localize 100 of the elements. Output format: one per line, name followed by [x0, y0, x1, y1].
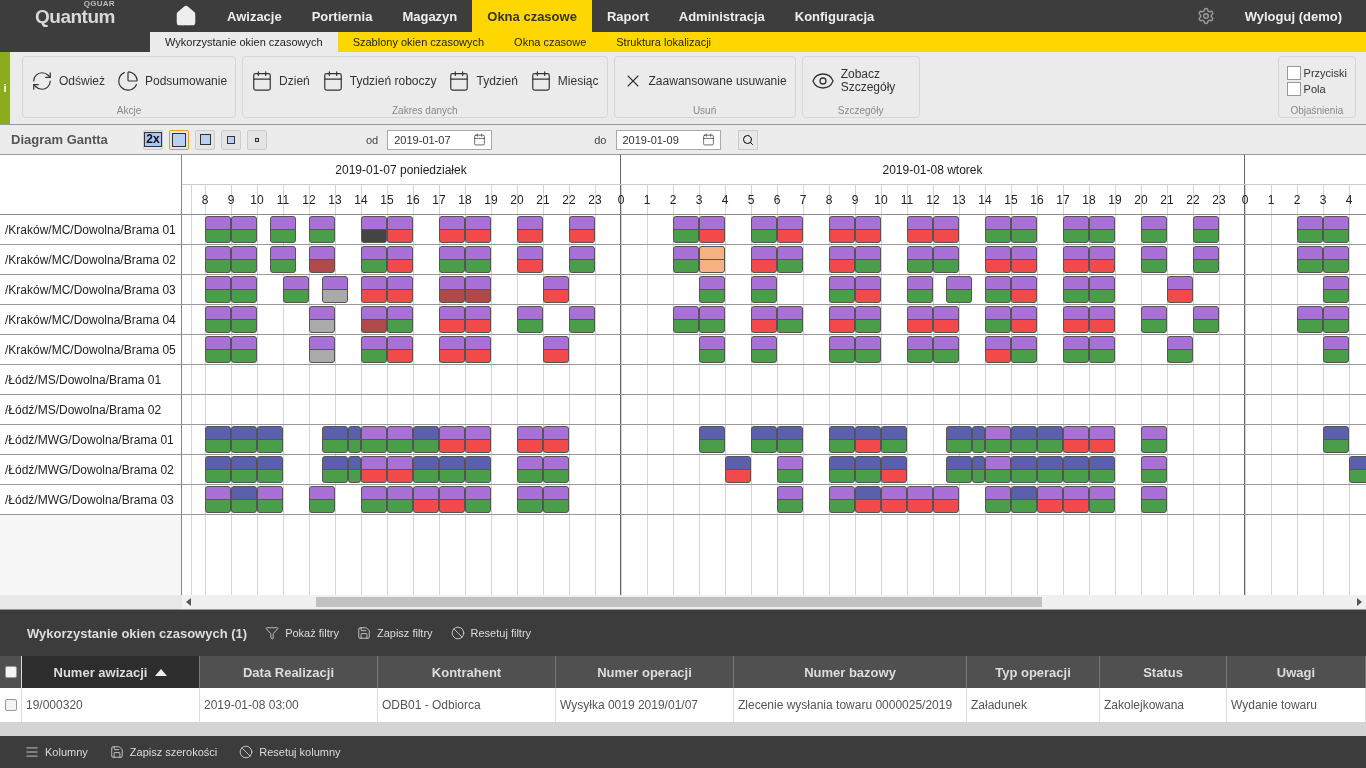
time-slot-block[interactable] — [829, 306, 855, 333]
time-slot-block[interactable] — [1011, 276, 1037, 303]
time-slot-block[interactable] — [829, 216, 855, 243]
time-slot-block[interactable] — [933, 306, 959, 333]
time-slot-block[interactable] — [699, 216, 725, 243]
time-slot-block[interactable] — [1167, 336, 1193, 363]
toolbar-button[interactable]: Odśwież — [27, 66, 109, 96]
time-slot-block[interactable] — [322, 456, 348, 483]
time-slot-block[interactable] — [387, 486, 413, 513]
time-slot-block[interactable] — [699, 336, 725, 363]
time-slot-block[interactable] — [907, 486, 933, 513]
time-slot-block[interactable] — [361, 306, 387, 333]
time-slot-block[interactable] — [933, 246, 959, 273]
nav-tab[interactable]: Administracja — [663, 0, 780, 32]
toolbar-button[interactable]: Tydzień roboczy — [317, 66, 441, 96]
time-slot-block[interactable] — [1063, 426, 1089, 453]
results-action[interactable]: Pokaż filtry — [265, 626, 339, 640]
checkbox[interactable] — [1286, 66, 1301, 80]
time-slot-block[interactable] — [309, 336, 335, 363]
time-slot-block[interactable] — [1167, 276, 1193, 303]
time-slot-block[interactable] — [829, 426, 855, 453]
time-slot-block[interactable] — [985, 426, 1011, 453]
time-slot-block[interactable] — [309, 246, 335, 273]
toolbar-button[interactable]: Podsumowanie — [113, 66, 232, 96]
time-slot-block[interactable] — [205, 336, 231, 363]
time-slot-block[interactable] — [1063, 336, 1089, 363]
time-slot-block[interactable] — [972, 456, 985, 483]
time-slot-block[interactable] — [1193, 216, 1219, 243]
time-slot-block[interactable] — [1011, 456, 1037, 483]
time-slot-block[interactable] — [699, 276, 725, 303]
time-slot-block[interactable] — [946, 276, 972, 303]
time-slot-block[interactable] — [465, 246, 491, 273]
time-slot-block[interactable] — [1011, 426, 1037, 453]
time-slot-block[interactable] — [777, 216, 803, 243]
time-slot-block[interactable] — [985, 336, 1011, 363]
time-slot-block[interactable] — [1063, 486, 1089, 513]
time-slot-block[interactable] — [1323, 246, 1349, 273]
column-header[interactable]: Uwagi — [1227, 656, 1366, 688]
time-slot-block[interactable] — [907, 246, 933, 273]
time-slot-block[interactable] — [1323, 216, 1349, 243]
time-slot-block[interactable] — [387, 426, 413, 453]
time-slot-block[interactable] — [387, 306, 413, 333]
time-slot-block[interactable] — [1141, 486, 1167, 513]
time-slot-block[interactable] — [1297, 216, 1323, 243]
time-slot-block[interactable] — [361, 336, 387, 363]
zoom-button[interactable] — [247, 129, 267, 150]
date-field[interactable]: 2019-01-07 — [387, 129, 493, 150]
time-slot-block[interactable] — [517, 246, 543, 273]
time-slot-block[interactable] — [1089, 456, 1115, 483]
calendar-icon[interactable] — [701, 133, 715, 146]
select-all-checkbox[interactable] — [4, 666, 17, 678]
time-slot-block[interactable] — [699, 246, 725, 273]
time-slot-block[interactable] — [439, 246, 465, 273]
time-slot-block[interactable] — [543, 336, 569, 363]
time-slot-block[interactable] — [1297, 246, 1323, 273]
time-slot-block[interactable] — [985, 306, 1011, 333]
time-slot-block[interactable] — [543, 426, 569, 453]
time-slot-block[interactable] — [413, 426, 439, 453]
time-slot-block[interactable] — [439, 276, 465, 303]
time-slot-block[interactable] — [361, 456, 387, 483]
column-header[interactable]: Numer bazowy — [734, 656, 967, 688]
time-slot-block[interactable] — [361, 276, 387, 303]
time-slot-block[interactable] — [1037, 456, 1063, 483]
time-slot-block[interactable] — [1323, 336, 1349, 363]
time-slot-block[interactable] — [569, 216, 595, 243]
time-slot-block[interactable] — [413, 456, 439, 483]
time-slot-block[interactable] — [439, 426, 465, 453]
time-slot-block[interactable] — [309, 486, 335, 513]
time-slot-block[interactable] — [569, 306, 595, 333]
time-slot-block[interactable] — [231, 456, 257, 483]
toolbar-button[interactable]: Tydzień — [444, 66, 522, 96]
time-slot-block[interactable] — [751, 426, 777, 453]
time-slot-block[interactable] — [348, 426, 361, 453]
time-slot-block[interactable] — [270, 216, 296, 243]
footer-action[interactable]: Zapisz szerokości — [109, 745, 218, 759]
time-slot-block[interactable] — [361, 216, 387, 243]
time-slot-block[interactable] — [946, 426, 972, 453]
time-slot-block[interactable] — [361, 246, 387, 273]
zoom-button[interactable] — [169, 129, 189, 150]
toolbar-button[interactable]: Dzień — [247, 66, 314, 96]
time-slot-block[interactable] — [439, 336, 465, 363]
legend-checkbox[interactable]: Pola — [1286, 81, 1347, 97]
time-slot-block[interactable] — [1323, 276, 1349, 303]
zoom-button[interactable] — [195, 129, 215, 150]
time-slot-block[interactable] — [543, 456, 569, 483]
toolbar-button[interactable]: Zobacz Szczegóły — [806, 64, 915, 98]
time-slot-block[interactable] — [1063, 276, 1089, 303]
nav-tab[interactable]: Okna czasowe — [472, 0, 592, 32]
time-slot-block[interactable] — [205, 426, 231, 453]
time-slot-block[interactable] — [855, 246, 881, 273]
time-slot-block[interactable] — [361, 426, 387, 453]
time-slot-block[interactable] — [1141, 426, 1167, 453]
toolbar-button[interactable]: Miesiąc — [525, 66, 603, 96]
column-header[interactable]: Numer operacji — [556, 656, 734, 688]
time-slot-block[interactable] — [751, 306, 777, 333]
column-header[interactable]: Kontrahent — [378, 656, 556, 688]
time-slot-block[interactable] — [465, 486, 491, 513]
time-slot-block[interactable] — [1141, 216, 1167, 243]
time-slot-block[interactable] — [829, 246, 855, 273]
time-slot-block[interactable] — [205, 276, 231, 303]
